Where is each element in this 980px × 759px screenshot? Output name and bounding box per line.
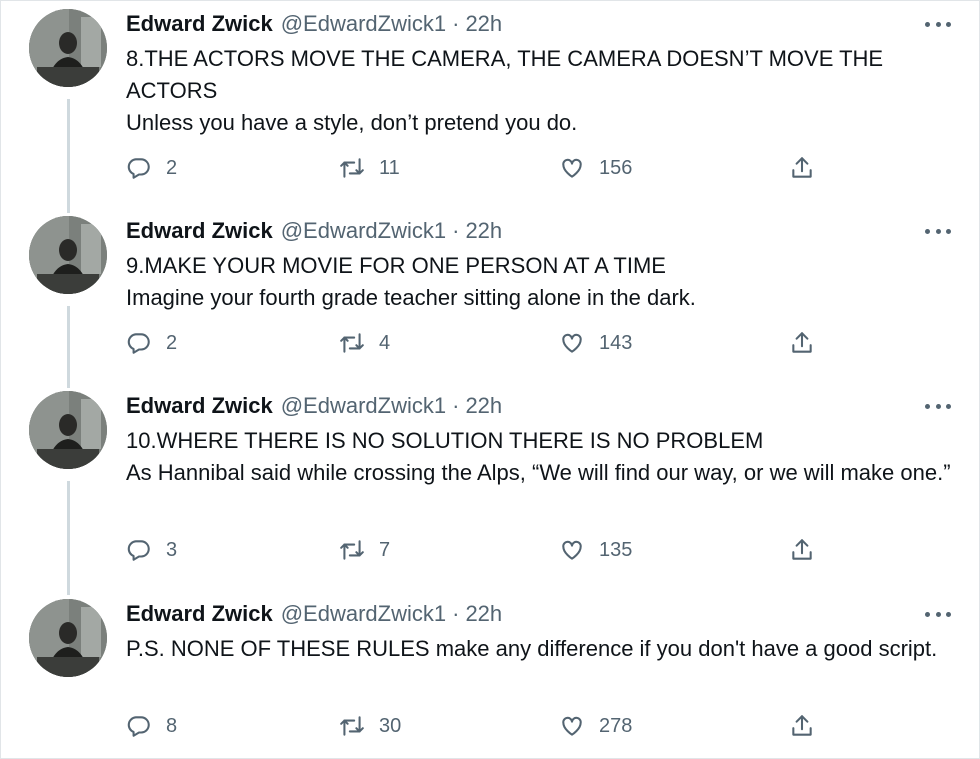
thread-connector [67, 481, 70, 595]
tweet-actions: 3 7 135 [126, 535, 956, 565]
like-button[interactable]: 156 [559, 153, 632, 183]
retweet-count: 7 [379, 538, 391, 561]
retweet-icon [340, 540, 364, 560]
timestamp[interactable]: 22h [465, 393, 502, 419]
tweet-line: 8.THE ACTORS MOVE THE CAMERA, THE CAMERA… [126, 46, 884, 103]
share-icon [792, 539, 812, 560]
more-icon[interactable] [925, 399, 951, 413]
author-name[interactable]: Edward Zwick [126, 11, 273, 37]
share-button[interactable] [789, 153, 815, 183]
tweet-text: P.S. NONE OF THESE RULES make any differ… [126, 633, 956, 665]
author-name[interactable]: Edward Zwick [126, 218, 273, 244]
profile-photo [29, 391, 107, 469]
avatar[interactable] [29, 216, 107, 294]
retweet-button[interactable]: 11 [339, 153, 400, 183]
reply-icon [127, 716, 150, 737]
tweet-line: Unless you have a style, don’t pretend y… [126, 110, 578, 135]
author-handle[interactable]: @EdwardZwick1 [281, 393, 446, 419]
more-icon[interactable] [925, 224, 951, 238]
retweet-count: 4 [379, 331, 391, 354]
reply-count: 8 [166, 714, 178, 737]
tweet-text: 10.WHERE THERE IS NO SOLUTION THERE IS N… [126, 425, 956, 489]
thread-connector [67, 99, 70, 213]
like-button[interactable]: 135 [559, 535, 632, 565]
retweet-icon [340, 158, 364, 178]
reply-button[interactable]: 2 [126, 153, 177, 183]
timestamp[interactable]: 22h [465, 601, 502, 627]
author-name[interactable]: Edward Zwick [126, 601, 273, 627]
reply-icon [127, 158, 150, 179]
avatar[interactable] [29, 599, 107, 677]
share-button[interactable] [789, 535, 815, 565]
more-icon[interactable] [925, 17, 951, 31]
retweet-icon [340, 716, 364, 736]
tweet-text: 8.THE ACTORS MOVE THE CAMERA, THE CAMERA… [126, 43, 956, 139]
reply-icon [127, 333, 150, 354]
share-button[interactable] [789, 328, 815, 358]
like-button[interactable]: 278 [559, 711, 632, 741]
separator: · [452, 218, 460, 243]
reply-count: 2 [166, 156, 178, 179]
profile-photo [29, 599, 107, 677]
retweet-button[interactable]: 7 [339, 535, 390, 565]
tweet-header: Edward Zwick @EdwardZwick1 · 22h [126, 391, 502, 421]
tweet-actions: 8 30 278 [126, 711, 956, 741]
avatar[interactable] [29, 9, 107, 87]
timestamp[interactable]: 22h [465, 218, 502, 244]
thread-connector [67, 306, 70, 388]
tweet-thread: Edward Zwick @EdwardZwick1 · 22h 8.THE A… [0, 0, 980, 759]
retweet-count: 11 [379, 156, 400, 179]
share-icon [792, 157, 812, 178]
retweet-button[interactable]: 4 [339, 328, 390, 358]
author-handle[interactable]: @EdwardZwick1 [281, 601, 446, 627]
retweet-icon [340, 333, 364, 353]
like-count: 156 [599, 156, 633, 179]
tweet-line: 9.MAKE YOUR MOVIE FOR ONE PERSON AT A TI… [126, 253, 666, 278]
share-icon [792, 715, 812, 736]
heart-icon [562, 716, 582, 736]
tweet-line: 10.WHERE THERE IS NO SOLUTION THERE IS N… [126, 428, 764, 453]
tweet-line: Imagine your fourth grade teacher sittin… [126, 285, 696, 310]
separator: · [452, 601, 460, 626]
like-count: 278 [599, 714, 633, 737]
tweet-text: 9.MAKE YOUR MOVIE FOR ONE PERSON AT A TI… [126, 250, 956, 314]
separator: · [452, 393, 460, 418]
tweet-actions: 2 11 156 [126, 153, 956, 183]
tweet-header: Edward Zwick @EdwardZwick1 · 22h [126, 599, 502, 629]
author-handle[interactable]: @EdwardZwick1 [281, 11, 446, 37]
profile-photo [29, 9, 107, 87]
like-button[interactable]: 143 [559, 328, 632, 358]
heart-icon [562, 540, 582, 560]
separator: · [452, 11, 460, 36]
retweet-count: 30 [379, 714, 402, 737]
reply-count: 3 [166, 538, 178, 561]
author-handle[interactable]: @EdwardZwick1 [281, 218, 446, 244]
share-icon [792, 332, 812, 353]
tweet-line: As Hannibal said while crossing the Alps… [126, 460, 951, 485]
tweet-header: Edward Zwick @EdwardZwick1 · 22h [126, 216, 502, 246]
heart-icon [562, 158, 582, 178]
reply-count: 2 [166, 331, 178, 354]
retweet-button[interactable]: 30 [339, 711, 401, 741]
reply-button[interactable]: 2 [126, 328, 177, 358]
tweet-line: P.S. NONE OF THESE RULES make any differ… [126, 636, 938, 661]
reply-button[interactable]: 8 [126, 711, 177, 741]
like-count: 135 [599, 538, 633, 561]
tweet-actions: 2 4 143 [126, 328, 956, 358]
reply-icon [127, 540, 150, 561]
avatar[interactable] [29, 391, 107, 469]
tweet-header: Edward Zwick @EdwardZwick1 · 22h [126, 9, 502, 39]
author-name[interactable]: Edward Zwick [126, 393, 273, 419]
heart-icon [562, 333, 582, 353]
profile-photo [29, 216, 107, 294]
share-button[interactable] [789, 711, 815, 741]
like-count: 143 [599, 331, 633, 354]
timestamp[interactable]: 22h [465, 11, 502, 37]
more-icon[interactable] [925, 607, 951, 621]
reply-button[interactable]: 3 [126, 535, 177, 565]
